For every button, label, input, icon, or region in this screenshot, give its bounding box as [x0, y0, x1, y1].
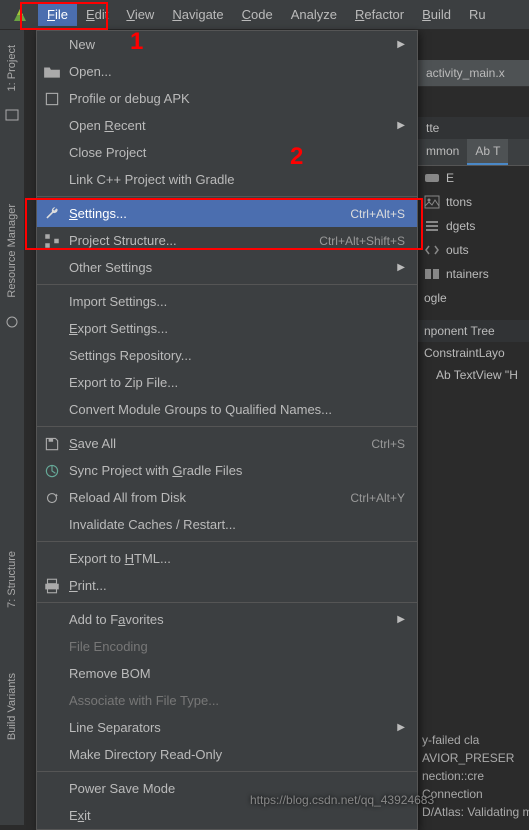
menu-view[interactable]: View [117, 3, 163, 26]
component-tree-header: nponent Tree [418, 320, 529, 342]
resource-icon [4, 314, 20, 330]
palette-item[interactable]: ogle [418, 286, 529, 310]
wrench-icon [43, 205, 61, 223]
editor-area: activity_main.x tte mmon Ab T E ttons dg… [418, 30, 529, 825]
button-icon [424, 171, 440, 185]
menu-edit[interactable]: Edit [77, 3, 117, 26]
list-icon [424, 219, 440, 233]
menu-item-associate-filetype: Associate with File Type... [37, 687, 417, 714]
submenu-arrow-icon: ▶ [397, 722, 405, 733]
menubar: File Edit View Navigate Code Analyze Ref… [0, 0, 529, 30]
print-icon [43, 577, 61, 595]
menu-item-close-project[interactable]: Close Project [37, 139, 417, 166]
palette-tab-text[interactable]: Ab T [467, 139, 508, 165]
editor-tab[interactable]: activity_main.x [418, 60, 529, 87]
menu-separator [37, 771, 417, 772]
menu-item-sync-gradle[interactable]: Sync Project with Gradle Files [37, 457, 417, 484]
submenu-arrow-icon: ▶ [397, 39, 405, 50]
menu-code[interactable]: Code [233, 3, 282, 26]
menu-item-reload-disk[interactable]: Reload All from Disk Ctrl+Alt+Y [37, 484, 417, 511]
container-icon [424, 267, 440, 281]
menu-item-export-html[interactable]: Export to HTML... [37, 545, 417, 572]
submenu-arrow-icon: ▶ [397, 614, 405, 625]
project-icon [4, 107, 20, 123]
menu-item-remove-bom[interactable]: Remove BOM [37, 660, 417, 687]
menu-item-invalidate-caches[interactable]: Invalidate Caches / Restart... [37, 511, 417, 538]
menu-item-profile-apk[interactable]: Profile or debug APK [37, 85, 417, 112]
palette-tab-common[interactable]: mmon [418, 139, 467, 165]
menu-item-open[interactable]: Open... [37, 58, 417, 85]
sidebar-tab-build-variants[interactable]: Build Variants [3, 663, 21, 750]
menu-refactor[interactable]: Refactor [346, 3, 413, 26]
sidebar-tab-resource-manager[interactable]: Resource Manager [3, 194, 21, 308]
code-icon [424, 243, 440, 257]
tree-item-child[interactable]: Ab TextView "H [418, 364, 529, 386]
annotation-label-1: 1 [130, 28, 143, 56]
android-studio-logo [10, 7, 30, 23]
menu-item-settings-repository[interactable]: Settings Repository... [37, 342, 417, 369]
save-all-icon [43, 435, 61, 453]
reload-icon [43, 489, 61, 507]
image-icon [424, 195, 440, 209]
menu-item-export-settings[interactable]: Export Settings... [37, 315, 417, 342]
menu-navigate[interactable]: Navigate [163, 3, 232, 26]
menu-item-link-cpp[interactable]: Link C++ Project with Gradle [37, 166, 417, 193]
palette-item[interactable]: dgets [418, 214, 529, 238]
palette-header: tte [418, 117, 529, 139]
tree-item-root[interactable]: ConstraintLayo [418, 342, 529, 364]
menu-item-file-encoding: File Encoding [37, 633, 417, 660]
menu-analyze[interactable]: Analyze [282, 3, 346, 26]
console-output: y-failed cla AVIOR_PRESER nection::cre C… [418, 727, 529, 825]
menu-separator [37, 196, 417, 197]
submenu-arrow-icon: ▶ [397, 120, 405, 131]
menu-item-make-readonly[interactable]: Make Directory Read-Only [37, 741, 417, 768]
profile-icon [43, 90, 61, 108]
menu-build[interactable]: Build [413, 3, 460, 26]
shortcut-label: Ctrl+S [371, 437, 405, 451]
shortcut-label: Ctrl+Alt+Shift+S [319, 234, 405, 248]
shortcut-label: Ctrl+Alt+Y [350, 491, 405, 505]
submenu-arrow-icon: ▶ [397, 262, 405, 273]
menu-separator [37, 284, 417, 285]
menu-item-save-all[interactable]: Save All Ctrl+S [37, 430, 417, 457]
menu-item-project-structure[interactable]: Project Structure... Ctrl+Alt+Shift+S [37, 227, 417, 254]
menu-item-convert-groups[interactable]: Convert Module Groups to Qualified Names… [37, 396, 417, 423]
structure-icon [43, 232, 61, 250]
menu-item-print[interactable]: Print... [37, 572, 417, 599]
palette-item[interactable]: ntainers [418, 262, 529, 286]
menu-item-open-recent[interactable]: Open Recent▶ [37, 112, 417, 139]
file-menu-dropdown: New▶ Open... Profile or debug APK Open R… [36, 30, 418, 830]
shortcut-label: Ctrl+Alt+S [350, 207, 405, 221]
annotation-label-2: 2 [290, 143, 303, 171]
menu-separator [37, 541, 417, 542]
watermark: https://blog.csdn.net/qq_43924683 [250, 793, 434, 807]
palette-item[interactable]: ttons [418, 190, 529, 214]
menu-item-other-settings[interactable]: Other Settings▶ [37, 254, 417, 281]
tool-window-bar-left: 1: Project Resource Manager 7: Structure… [0, 30, 24, 825]
sidebar-tab-project[interactable]: 1: Project [3, 35, 21, 101]
menu-separator [37, 602, 417, 603]
gradle-sync-icon [43, 462, 61, 480]
menu-item-line-separators[interactable]: Line Separators▶ [37, 714, 417, 741]
menu-separator [37, 426, 417, 427]
menu-run[interactable]: Ru [460, 3, 495, 26]
menu-item-export-zip[interactable]: Export to Zip File... [37, 369, 417, 396]
menu-item-add-favorites[interactable]: Add to Favorites▶ [37, 606, 417, 633]
palette-item[interactable]: outs [418, 238, 529, 262]
menu-item-settings[interactable]: Settings... Ctrl+Alt+S [37, 200, 417, 227]
menu-file[interactable]: File [38, 3, 77, 26]
folder-open-icon [43, 63, 61, 81]
menu-item-import-settings[interactable]: Import Settings... [37, 288, 417, 315]
sidebar-tab-structure[interactable]: 7: Structure [3, 541, 21, 618]
palette-item[interactable]: E [418, 166, 529, 190]
menu-item-new[interactable]: New▶ [37, 31, 417, 58]
